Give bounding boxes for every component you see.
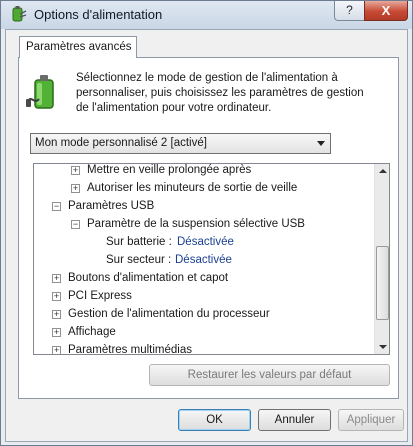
tree-item-label: Paramètres USB: [68, 200, 155, 212]
dialog-body: Paramètres avancés Sélectionnez le mode …: [5, 29, 408, 442]
intro-text: Sélectionnez le mode de gestion de l'ali…: [76, 72, 364, 114]
expand-icon[interactable]: +: [52, 346, 61, 354]
tree-item-processor[interactable]: + Gestion de l'alimentation du processeu…: [34, 305, 374, 323]
expand-icon[interactable]: +: [71, 166, 80, 175]
collapse-icon[interactable]: −: [52, 202, 61, 211]
setting-label: Sur secteur :: [106, 254, 172, 266]
help-button[interactable]: ?: [334, 1, 365, 21]
tree-item-display[interactable]: + Affichage: [34, 323, 374, 341]
expand-icon[interactable]: +: [71, 184, 80, 193]
tree-item-label: Paramètre de la suspension sélective USB: [87, 218, 305, 230]
ok-button[interactable]: OK: [178, 409, 251, 431]
scroll-down-arrow-icon[interactable]: [379, 345, 387, 349]
tree-item-label: Paramètres multimédias: [68, 344, 192, 355]
tree-item-usb[interactable]: − Paramètres USB: [34, 197, 374, 215]
settings-tree-content: + Mettre en veille prolongée après + Aut…: [34, 164, 374, 355]
collapse-icon[interactable]: −: [71, 220, 80, 229]
tree-item-pci-express[interactable]: + PCI Express: [34, 287, 374, 305]
power-plan-select[interactable]: Mon mode personnalisé 2 [activé]: [30, 133, 331, 154]
tree-item-label: Affichage: [68, 326, 116, 338]
title-bar: Options d'alimentation ? X: [1, 1, 412, 29]
cancel-button[interactable]: Annuler: [258, 409, 331, 431]
tree-item-usb-suspend[interactable]: − Paramètre de la suspension sélective U…: [34, 215, 374, 233]
setting-value-link[interactable]: Désactivée: [177, 233, 234, 251]
tree-item-label: Gestion de l'alimentation du processeur: [68, 308, 270, 320]
power-plan-selected: Mon mode personnalisé 2 [activé]: [35, 137, 207, 149]
tree-item-plugged-in[interactable]: Sur secteur : Désactivée: [34, 251, 374, 269]
tab-advanced-settings[interactable]: Paramètres avancés: [19, 36, 137, 58]
expand-icon[interactable]: +: [52, 310, 61, 319]
battery-plug-icon: [26, 75, 54, 109]
tree-item-label: PCI Express: [68, 290, 132, 302]
tree-item-power-buttons[interactable]: + Boutons d'alimentation et capot: [34, 269, 374, 287]
tree-scrollbar[interactable]: [374, 164, 389, 354]
apply-button[interactable]: Appliquer: [338, 409, 404, 431]
chevron-down-icon: [317, 141, 325, 146]
setting-value-link[interactable]: Désactivée: [175, 251, 232, 269]
power-options-dialog: Options d'alimentation ? X Paramètres av…: [0, 0, 413, 446]
tree-item-label: Boutons d'alimentation et capot: [68, 272, 229, 284]
tree-item-wake-timers[interactable]: + Autoriser les minuteurs de sortie de v…: [34, 179, 374, 197]
setting-label: Sur batterie :: [106, 236, 172, 248]
expand-icon[interactable]: +: [52, 274, 61, 283]
tree-item-label: Autoriser les minuteurs de sortie de vei…: [87, 182, 298, 194]
tree-item-multimedia[interactable]: + Paramètres multimédias: [34, 341, 374, 355]
tree-item-hibernate[interactable]: + Mettre en veille prolongée après: [34, 164, 374, 179]
scroll-up-arrow-icon[interactable]: [379, 169, 387, 173]
tree-item-label: Mettre en veille prolongée après: [87, 164, 252, 176]
settings-tree[interactable]: + Mettre en veille prolongée après + Aut…: [33, 163, 390, 355]
power-options-icon: [12, 6, 27, 22]
scrollbar-thumb[interactable]: [376, 246, 389, 320]
tree-item-on-battery[interactable]: Sur batterie : Désactivée: [34, 233, 374, 251]
restore-defaults-button[interactable]: Restaurer les valeurs par défaut: [149, 364, 390, 386]
close-button[interactable]: X: [364, 1, 408, 21]
expand-icon[interactable]: +: [52, 328, 61, 337]
window-title: Options d'alimentation: [34, 7, 163, 22]
expand-icon[interactable]: +: [52, 292, 61, 301]
